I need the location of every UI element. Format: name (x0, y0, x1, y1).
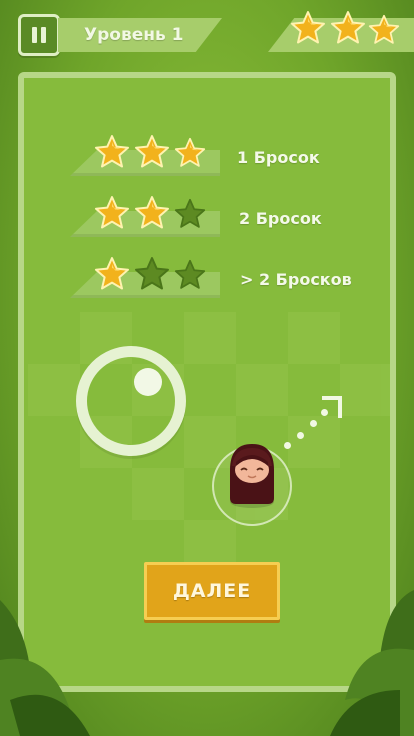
row-label: > 2 Бросков (240, 270, 352, 289)
level-title: Уровень 1 (84, 25, 184, 45)
ring-target (76, 346, 186, 456)
top-star-icon (368, 14, 400, 44)
row1-star-icon (174, 137, 206, 167)
row3-star-icon (135, 257, 169, 290)
row1-star-icon (135, 135, 169, 168)
row2-star-icon (135, 196, 169, 229)
pause-button[interactable] (18, 14, 60, 56)
trajectory-arrow-icon (322, 396, 342, 418)
row3-star-icon (95, 257, 129, 290)
row2-star-icon (95, 196, 129, 229)
row1-star-icon (95, 135, 129, 168)
trajectory-dot (310, 420, 317, 427)
row3-star-icon (174, 259, 206, 289)
pause-icon (32, 27, 37, 43)
row-label: 2 Бросок (239, 209, 322, 228)
ball (134, 368, 162, 396)
trajectory-dot (284, 442, 291, 449)
trajectory-dot (297, 432, 304, 439)
player-character[interactable] (224, 440, 280, 510)
results-panel: 1 Бросок 2 Бросок > 2 Бросков ДАЛЕЕ (18, 72, 396, 692)
row2-star-icon (174, 198, 206, 228)
top-star-icon (291, 11, 325, 44)
top-star-icon (331, 11, 365, 44)
next-button[interactable]: ДАЛЕЕ (144, 562, 280, 620)
row-label: 1 Бросок (237, 148, 320, 167)
